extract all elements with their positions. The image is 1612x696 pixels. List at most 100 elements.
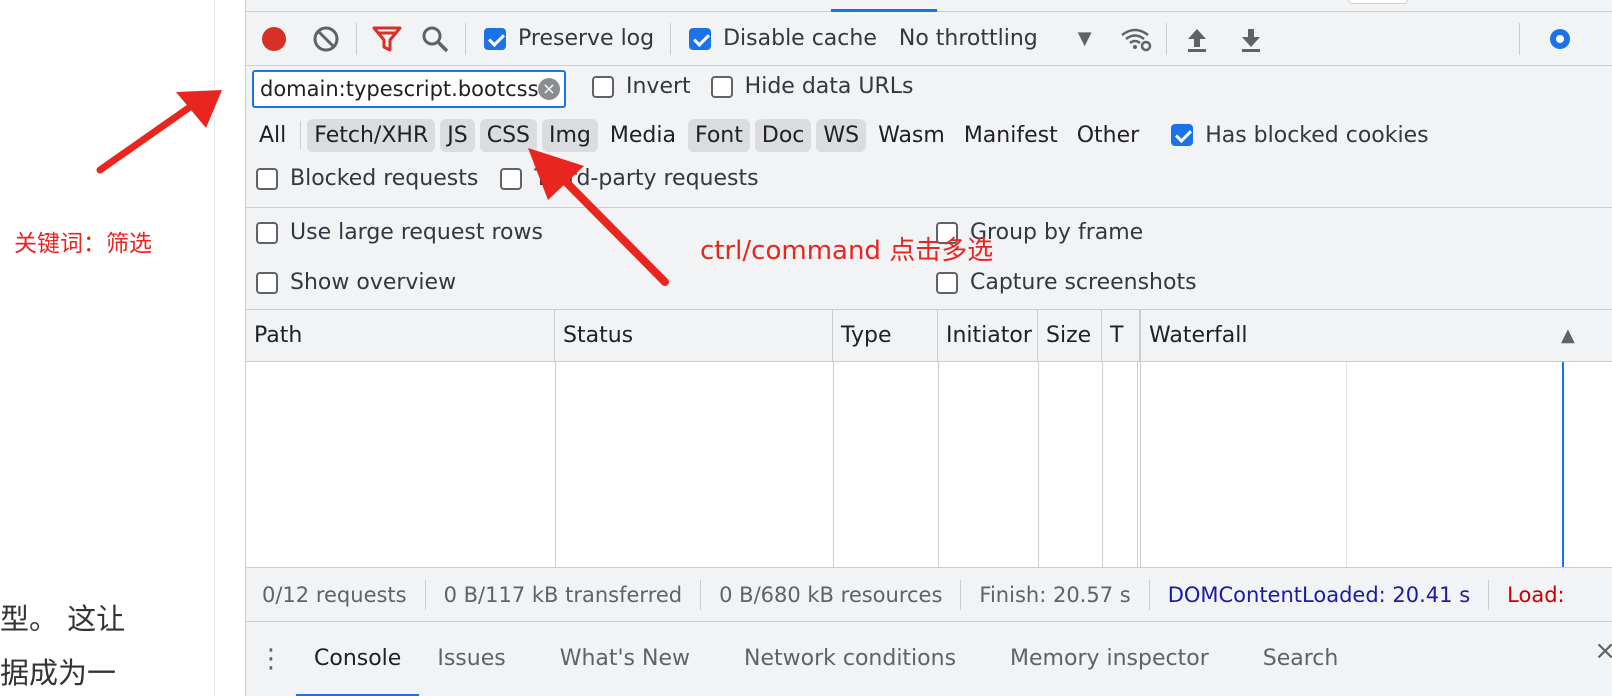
has-blocked-cookies-label: Has blocked cookies [1205,122,1429,148]
drawer-tab-issues[interactable]: Issues [419,631,523,687]
drawer-tab-memory-inspector[interactable]: Memory inspector [992,631,1227,687]
blocked-requests-check[interactable] [256,167,278,190]
preserve-log-label: Preserve log [518,26,655,51]
blocked-requests-checkbox[interactable]: Blocked requests [256,166,478,191]
export-har-button[interactable] [1229,17,1273,61]
preserve-log-checkbox[interactable]: Preserve log [484,26,654,51]
large-rows-checkbox[interactable]: Use large request rows [256,220,543,245]
more-tools-icon[interactable]: ⋮ [246,644,296,674]
drawer-tab-search[interactable]: Search [1245,631,1357,687]
search-button[interactable] [413,17,457,61]
type-filter-other[interactable]: Other [1070,119,1146,152]
column-header-type[interactable]: Type [833,310,938,362]
disable-cache-checkbox[interactable]: Disable cache [689,26,877,51]
sort-ascending-icon: ▲ [1561,325,1575,346]
column-header-size[interactable]: Size [1038,310,1102,362]
preserve-log-check[interactable] [484,27,506,50]
devtools-panel: Preserve log Disable cache No throttling… [245,0,1612,696]
load-time: Load: [1507,582,1565,607]
import-har-button[interactable] [1175,17,1219,61]
type-filter-ws[interactable]: WS [816,118,867,152]
filter-bar: domain:typescript.bootcss. × Invert Hide… [246,66,1612,208]
wifi-settings-icon [1120,28,1151,51]
clear-filter-icon[interactable]: × [538,78,560,100]
third-party-check[interactable] [500,167,523,190]
search-icon [422,26,449,52]
filter-options-row-3: Blocked requests Third-party requests [256,166,759,191]
close-drawer-icon[interactable]: × [1594,636,1612,666]
drawer-tab-console[interactable]: Console [296,631,420,696]
drawer-tab-network-conditions[interactable]: Network conditions [726,631,974,687]
column-header-waterfall[interactable]: Waterfall ▲ [1140,310,1612,362]
invert-label: Invert [626,74,691,99]
type-filter-manifest[interactable]: Manifest [957,119,1065,152]
third-party-checkbox[interactable]: Third-party requests [500,166,759,191]
waterfall-label: Waterfall [1149,323,1248,348]
record-button[interactable] [252,17,296,61]
finish-time: Finish: 20.57 s [961,579,1150,610]
hide-data-urls-checkbox[interactable]: Hide data URLs [710,74,913,99]
has-blocked-cookies-check[interactable] [1171,124,1194,146]
filter-input[interactable]: domain:typescript.bootcss. × [252,70,566,108]
clear-icon [313,26,339,51]
column-header-path[interactable]: Path [246,310,555,362]
network-summary-bar: 0/12 requests 0 B/117 kB transferred 0 B… [246,568,1612,622]
column-header-time[interactable]: T [1102,310,1140,362]
webpage-area: 关键词：筛选 型。 这让 据成为一 [0,0,215,696]
type-filter-font[interactable]: Font [687,118,750,152]
large-rows-check[interactable] [256,221,278,244]
transferred-size: 0 B/117 kB transferred [426,579,702,610]
domcontentloaded-time: DOMContentLoaded: 20.41 s [1150,579,1490,610]
show-overview-checkbox[interactable]: Show overview [256,270,456,295]
type-filter-img[interactable]: Img [542,118,598,152]
column-divider [833,362,834,567]
network-settings-button[interactable] [1538,17,1582,61]
column-divider [555,362,556,567]
invert-checkbox[interactable]: Invert [592,74,691,99]
column-header-status[interactable]: Status [555,310,833,362]
panel-tab-strip [246,0,1612,12]
hide-data-urls-check[interactable] [710,75,733,98]
throttling-value: No throttling [898,26,1038,51]
column-divider [938,362,939,567]
tab-box [1348,0,1408,4]
invert-check[interactable] [592,75,614,98]
toolbar-separator [356,22,357,55]
throttling-select[interactable]: No throttling ▼ [899,26,1092,51]
show-overview-label: Show overview [290,270,457,295]
toolbar-separator [1518,22,1520,55]
column-divider [1137,362,1138,567]
splitter[interactable] [215,0,245,696]
resources-size: 0 B/680 kB resources [701,579,962,610]
waterfall-gridline [1346,362,1347,567]
dcl-marker-line [1562,362,1564,567]
column-divider [1102,362,1103,567]
capture-screenshots-checkbox[interactable]: Capture screenshots [936,270,1197,295]
column-divider [1038,362,1039,567]
page-text-line-1: 型。 这让 [0,602,126,636]
type-filter-media[interactable]: Media [603,119,683,152]
third-party-label: Third-party requests [534,166,759,191]
chevron-down-icon: ▼ [1077,28,1092,49]
type-filter-fetch-xhr[interactable]: Fetch/XHR [307,118,436,152]
table-header: Path Status Type Initiator Size T Waterf… [246,310,1612,362]
side-note: 关键词：筛选 [14,231,152,257]
show-overview-check[interactable] [256,271,278,294]
drawer-tab-whats-new[interactable]: What's New [542,631,708,687]
type-filter-all[interactable]: All [252,119,293,152]
column-divider [1140,362,1141,567]
type-filter-css[interactable]: CSS [479,118,537,152]
column-header-initiator[interactable]: Initiator [938,310,1038,362]
type-filter-wasm[interactable]: Wasm [871,119,952,152]
network-conditions-button[interactable] [1114,17,1158,61]
type-filter-js[interactable]: JS [440,118,475,152]
has-blocked-cookies-checkbox[interactable]: Has blocked cookies [1171,122,1429,148]
filter-toggle-button[interactable] [365,17,409,61]
type-filter-doc[interactable]: Doc [754,118,812,152]
requests-table: Path Status Type Initiator Size T Waterf… [246,310,1612,568]
group-by-frame-label: Group by frame [970,220,1144,245]
capture-screenshots-check[interactable] [936,271,958,294]
clear-button[interactable] [304,17,348,61]
requests-count: 0/12 requests [246,579,426,610]
disable-cache-check[interactable] [689,27,712,50]
